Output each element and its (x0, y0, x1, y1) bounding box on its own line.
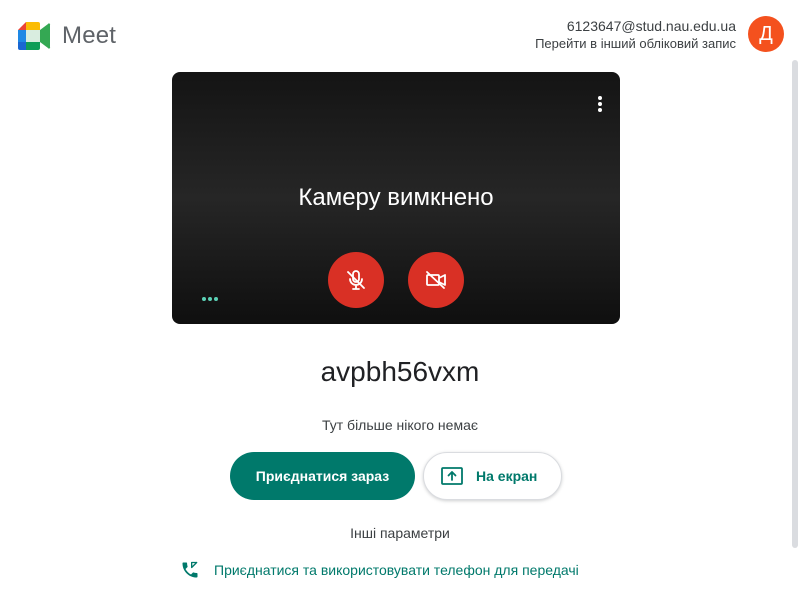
participants-status: Тут більше нікого немає (321, 417, 479, 433)
meet-page: Meet 6123647@stud.nau.edu.ua Перейти в і… (0, 0, 800, 600)
scrollbar-thumb[interactable] (792, 60, 798, 548)
present-to-screen-icon (441, 467, 463, 485)
avatar[interactable]: Д (748, 16, 784, 52)
meet-logo[interactable]: Meet (18, 22, 116, 50)
account-info: 6123647@stud.nau.edu.ua Перейти в інший … (535, 17, 736, 53)
account-email: 6123647@stud.nau.edu.ua (566, 18, 736, 34)
audio-level-indicator (202, 297, 218, 301)
phone-forwarded-icon (182, 561, 198, 578)
join-with-phone-option[interactable]: Приєднатися та використовувати телефон д… (180, 560, 579, 580)
camera-off-text: Камеру вимкнено (298, 184, 494, 211)
more-vert-icon[interactable] (594, 90, 606, 122)
join-now-button[interactable]: Приєднатися зараз (230, 452, 415, 500)
meet-logo-icon (18, 22, 51, 50)
present-button-label: На екран (476, 468, 538, 484)
app-name: Meet (62, 22, 117, 49)
camera-toggle-button[interactable] (408, 252, 464, 308)
video-preview: Камеру вимкнено (172, 72, 620, 324)
scrollbar[interactable] (788, 56, 800, 556)
join-with-phone-label: Приєднатися та використовувати телефон д… (214, 562, 579, 578)
other-options-heading: Інші параметри (350, 525, 450, 541)
mic-toggle-button[interactable] (328, 252, 384, 308)
meeting-code: avpbh56vxm (320, 356, 480, 387)
present-button[interactable]: На екран (423, 452, 562, 500)
mic-off-icon (347, 270, 365, 290)
videocam-off-icon (426, 271, 446, 289)
switch-account-link[interactable]: Перейти в інший обліковий запис (535, 35, 736, 53)
